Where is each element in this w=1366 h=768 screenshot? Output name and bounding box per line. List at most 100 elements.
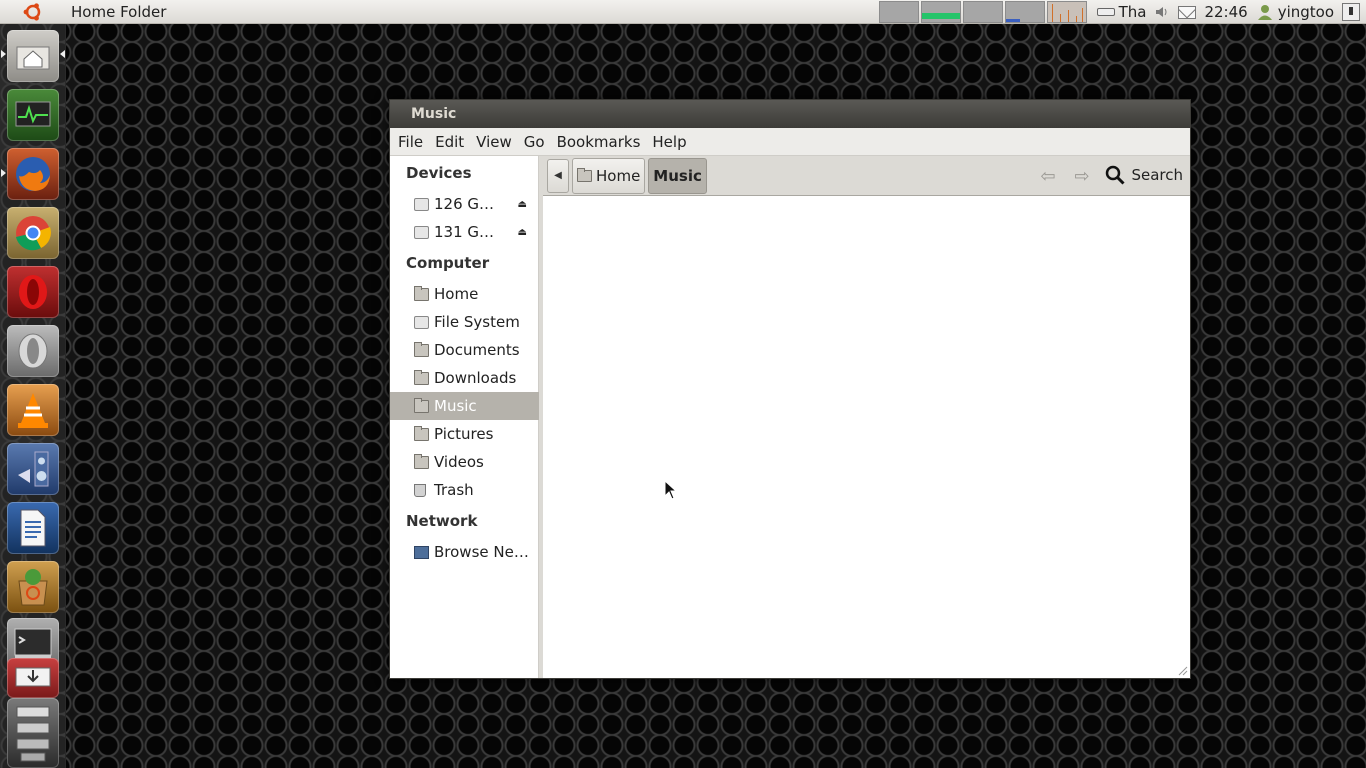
sidebar-item-label: Trash	[434, 481, 474, 499]
mouse-cursor-icon	[664, 480, 678, 500]
launcher-trash-stack-icon[interactable]	[7, 698, 59, 768]
launcher-stacked-item-icon[interactable]	[7, 658, 59, 698]
sidebar-item-file-system[interactable]: File System	[390, 308, 539, 336]
ubuntu-logo-icon[interactable]	[17, 0, 49, 24]
active-indicator	[60, 50, 65, 58]
drive-icon	[414, 225, 429, 239]
launcher-writer-icon[interactable]	[7, 502, 59, 554]
menu-go[interactable]: Go	[523, 131, 552, 153]
running-indicator	[1, 50, 6, 58]
devices-heading: Devices	[406, 164, 472, 182]
messaging-indicator[interactable]	[1178, 5, 1197, 19]
launcher-system-monitor-icon[interactable]	[7, 89, 59, 141]
sidebar-item-label: Downloads	[434, 369, 517, 387]
launcher	[0, 24, 66, 768]
documents-folder-icon	[414, 341, 429, 357]
pathbar-scroll-left-button[interactable]: ◀	[547, 158, 569, 193]
clock-indicator[interactable]: 22:46	[1204, 3, 1247, 21]
launcher-opera-icon[interactable]	[7, 266, 59, 318]
username-label: yingtoo	[1277, 3, 1334, 21]
power-icon[interactable]	[1342, 3, 1360, 21]
indicator-area: Tha 22:46 yingtoo	[878, 0, 1366, 24]
network-heading: Network	[406, 512, 478, 530]
home-folder-icon	[577, 167, 592, 182]
user-icon	[1257, 5, 1272, 20]
crumb-home[interactable]: Home	[572, 157, 646, 194]
chevron-left-icon: ◀	[554, 170, 562, 181]
launcher-chrome-icon[interactable]	[7, 207, 59, 259]
crumb-label: Music	[653, 166, 702, 185]
window-titlebar[interactable]: Music	[390, 100, 1190, 128]
places-sidebar: Devices 126 G… ⏏ 131 G… ⏏ Computer Home …	[390, 156, 539, 678]
launcher-opera-next-icon[interactable]	[7, 325, 59, 377]
keyboard-indicator[interactable]: Tha	[1096, 3, 1147, 21]
keyboard-icon	[1096, 8, 1115, 16]
pictures-folder-icon	[414, 425, 429, 441]
mail-icon	[1178, 5, 1197, 19]
sidebar-item-pictures[interactable]: Pictures	[390, 420, 539, 448]
swap-graph[interactable]	[962, 1, 1003, 23]
crumb-music[interactable]: Music	[648, 157, 707, 194]
sidebar-item-documents[interactable]: Documents	[390, 336, 539, 364]
running-indicator	[1, 169, 6, 177]
sidebar-item-label: Browse Ne…	[434, 543, 529, 561]
load-graph[interactable]	[1004, 1, 1045, 23]
user-indicator[interactable]: yingtoo	[1256, 3, 1334, 21]
keyboard-layout-label: Tha	[1118, 3, 1147, 21]
sidebar-item-label: Documents	[434, 341, 520, 359]
launcher-software-center-icon[interactable]	[7, 561, 59, 613]
cpu-graph[interactable]	[1046, 1, 1087, 23]
menu-edit[interactable]: Edit	[434, 131, 471, 153]
menu-help[interactable]: Help	[651, 131, 693, 153]
file-manager-window: Music File Edit View Go Bookmarks Help D…	[389, 99, 1191, 679]
network-graph[interactable]	[878, 1, 919, 23]
content-pane: ◀ Home Music ⇦ ⇨ Search	[543, 156, 1190, 678]
launcher-vlc-icon[interactable]	[7, 384, 59, 436]
network-icon	[414, 545, 429, 559]
file-view[interactable]	[543, 196, 1190, 678]
sidebar-item-label: 131 G…	[434, 223, 495, 241]
back-arrow-icon[interactable]: ⇦	[1036, 165, 1060, 187]
eject-icon[interactable]: ⏏	[518, 227, 527, 238]
sidebar-item-videos[interactable]: Videos	[390, 448, 539, 476]
launcher-firefox-icon[interactable]	[7, 148, 59, 200]
search-icon	[1106, 165, 1126, 185]
launcher-home-folder-icon[interactable]	[7, 30, 59, 82]
clock-text: 22:46	[1204, 3, 1248, 21]
search-label: Search	[1131, 166, 1183, 184]
videos-folder-icon	[414, 453, 429, 469]
sidebar-item-music[interactable]: Music	[390, 392, 539, 420]
memory-graph[interactable]	[920, 1, 961, 23]
sidebar-item-downloads[interactable]: Downloads	[390, 364, 539, 392]
sidebar-item-device-2[interactable]: 131 G… ⏏	[390, 218, 539, 246]
sidebar-item-label: Videos	[434, 453, 484, 471]
sidebar-item-label: Music	[434, 397, 477, 415]
menu-bookmarks[interactable]: Bookmarks	[556, 131, 648, 153]
menu-file[interactable]: File	[397, 131, 430, 153]
music-folder-icon	[414, 397, 429, 413]
active-app-title: Home Folder	[71, 2, 167, 21]
eject-icon[interactable]: ⏏	[518, 199, 527, 210]
computer-heading: Computer	[406, 254, 490, 272]
sidebar-item-browse-network[interactable]: Browse Ne…	[390, 538, 539, 566]
crumb-label: Home	[596, 166, 641, 185]
window-title: Music	[411, 106, 457, 122]
downloads-folder-icon	[414, 369, 429, 385]
trash-icon	[414, 483, 426, 497]
volume-indicator[interactable]	[1154, 4, 1170, 20]
sidebar-item-device-1[interactable]: 126 G… ⏏	[390, 190, 539, 218]
sidebar-item-trash[interactable]: Trash	[390, 476, 539, 504]
sidebar-item-home[interactable]: Home	[390, 280, 539, 308]
forward-arrow-icon[interactable]: ⇨	[1070, 165, 1094, 187]
search-button[interactable]: Search	[1105, 165, 1183, 185]
window-body: Devices 126 G… ⏏ 131 G… ⏏ Computer Home …	[390, 156, 1190, 678]
sidebar-item-label: File System	[434, 313, 520, 331]
drive-icon	[414, 315, 429, 329]
resize-grip-icon[interactable]	[1176, 664, 1188, 676]
history-navigation: ⇦ ⇨	[1026, 165, 1094, 187]
launcher-sound-settings-icon[interactable]	[7, 443, 59, 495]
sidebar-item-label: 126 G…	[434, 195, 495, 213]
top-panel: Home Folder Tha 22:46 yingtoo	[0, 0, 1366, 24]
menu-view[interactable]: View	[475, 131, 519, 153]
home-folder-icon	[414, 285, 429, 301]
